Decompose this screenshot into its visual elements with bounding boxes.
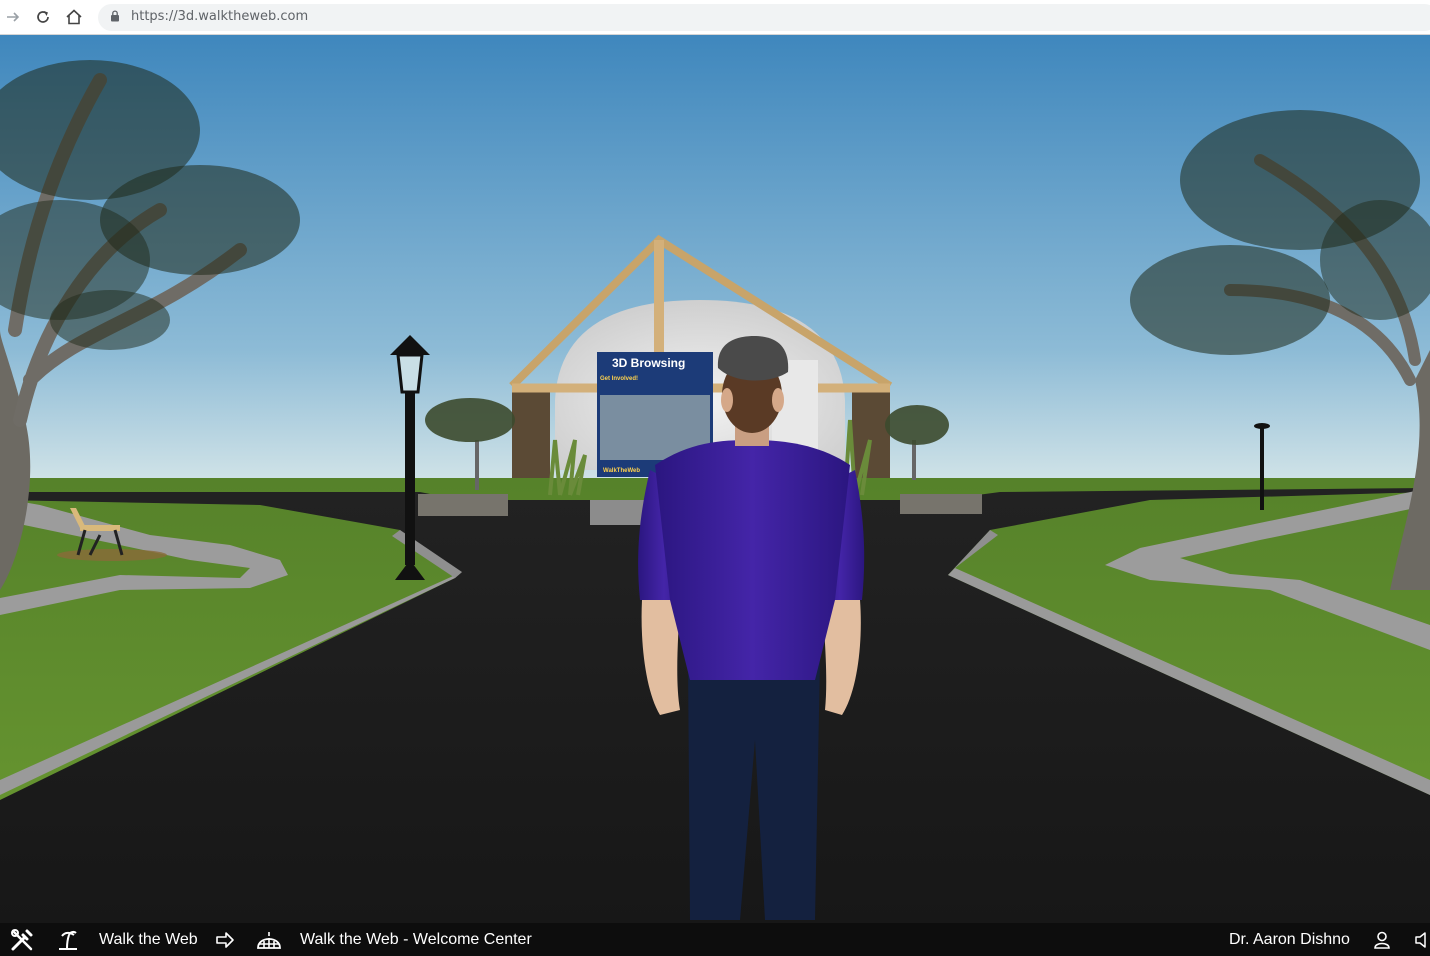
sign-subtitle: Get Involved! [600, 376, 638, 382]
speaker-icon [1415, 931, 1426, 948]
sound-button[interactable] [1414, 923, 1430, 956]
forward-button[interactable] [2, 6, 24, 28]
site-label: Walk the Web [99, 930, 198, 948]
globe-building-icon [257, 931, 281, 949]
home-icon [66, 9, 82, 25]
reload-icon [37, 11, 49, 23]
scene-svg[interactable]: 3D Browsing Get Involved! WalkTheWeb [0, 35, 1430, 923]
community-icon-button[interactable] [256, 923, 282, 956]
forward-arrow-icon [7, 12, 20, 22]
bottom-toolbar: Walk the Web Walk the Web - Welcome Cent… [0, 923, 1430, 956]
tools-icon [11, 928, 33, 950]
browser-toolbar: https://3d.walktheweb.com [0, 0, 1430, 35]
home-button[interactable] [63, 6, 85, 28]
url-text[interactable]: https://3d.walktheweb.com [131, 9, 308, 24]
stone-wall-left [418, 494, 508, 516]
community-label: Walk the Web - Welcome Center [300, 930, 532, 948]
site-link[interactable]: Walk the Web [99, 923, 198, 956]
profile-button[interactable] [1372, 923, 1392, 956]
sign-brand: WalkTheWeb [603, 468, 640, 474]
user-icon [1374, 931, 1390, 949]
arrow-right-icon [216, 931, 234, 948]
enter-site-button[interactable] [215, 923, 235, 956]
user-name-link[interactable]: Dr. Aaron Dishno [1229, 923, 1350, 956]
stone-wall-right [900, 494, 982, 514]
home-island-button[interactable] [56, 923, 80, 956]
lock-icon [111, 10, 119, 22]
user-name: Dr. Aaron Dishno [1229, 930, 1350, 948]
community-link[interactable]: Walk the Web - Welcome Center [300, 923, 532, 956]
settings-tools-button[interactable] [9, 923, 35, 956]
island-icon [59, 930, 77, 950]
3d-scene-canvas[interactable]: 3D Browsing Get Involved! WalkTheWeb [0, 35, 1430, 923]
sign-title: 3D Browsing [612, 356, 685, 370]
reload-button[interactable] [32, 6, 54, 28]
